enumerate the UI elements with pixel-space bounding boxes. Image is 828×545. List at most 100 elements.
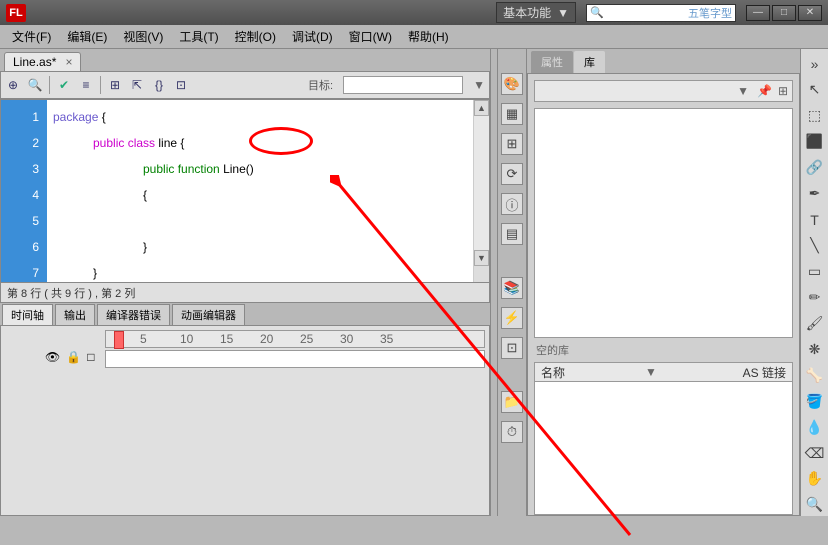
- sort-icon[interactable]: ▼: [645, 365, 657, 379]
- close-icon[interactable]: ×: [65, 55, 72, 69]
- timeline-ruler[interactable]: 5 10 15 20 25 30 35: [105, 330, 485, 348]
- chevron-down-icon: ▼: [557, 6, 569, 20]
- library-select[interactable]: ▼ 📌 ⊞: [534, 80, 793, 102]
- add-icon[interactable]: ⊕: [5, 77, 21, 93]
- library-columns: 名称 ▼ AS 链接: [534, 362, 793, 382]
- col-name[interactable]: 名称: [541, 364, 565, 381]
- status-bar: 第 8 行 ( 共 9 行 ) , 第 2 列: [0, 283, 490, 303]
- file-tab[interactable]: Line.as* ×: [4, 52, 81, 71]
- menu-debug[interactable]: 调试(D): [284, 25, 341, 48]
- mid-toolbar: 🎨 ▦ ⊞ ⟳ ⓘ ▤ 📚 ⚡ ⊡ 📁 ⏱: [498, 49, 527, 516]
- menu-help[interactable]: 帮助(H): [400, 25, 457, 48]
- eye-icon[interactable]: 👁: [45, 350, 60, 368]
- history-icon[interactable]: ⏱: [501, 421, 523, 443]
- brace-icon[interactable]: {}: [151, 77, 167, 93]
- lock-icon[interactable]: 🔒: [66, 350, 81, 368]
- layer-track[interactable]: [105, 350, 485, 368]
- format-icon[interactable]: ≡: [78, 77, 94, 93]
- chevron-down-icon[interactable]: ▼: [473, 78, 485, 92]
- code-content[interactable]: package { public class line { public fun…: [47, 100, 473, 282]
- class-name: line: [158, 136, 180, 150]
- separator: [49, 76, 50, 94]
- collapse-icon[interactable]: ⇱: [129, 77, 145, 93]
- find-icon[interactable]: 🔍: [27, 77, 43, 93]
- tab-timeline[interactable]: 时间轴: [2, 304, 53, 325]
- eraser-tool-icon[interactable]: ⌫: [804, 442, 826, 464]
- info-icon[interactable]: ⓘ: [501, 193, 523, 215]
- project-icon[interactable]: 📁: [501, 391, 523, 413]
- hand-tool-icon[interactable]: ✋: [804, 468, 826, 490]
- maximize-button[interactable]: □: [772, 5, 796, 21]
- target-label: 目标:: [308, 77, 333, 93]
- menu-control[interactable]: 控制(O): [227, 25, 284, 48]
- brush-tool-icon[interactable]: 🖌: [804, 312, 826, 334]
- comment-icon[interactable]: ⊡: [173, 77, 189, 93]
- col-as-link[interactable]: AS 链接: [743, 364, 786, 381]
- playhead[interactable]: [114, 331, 124, 349]
- paint-bucket-icon[interactable]: 🪣: [804, 390, 826, 412]
- code-editor[interactable]: 123 456 789 package { public class line …: [0, 99, 490, 283]
- keyword-class: public class: [93, 136, 158, 150]
- panel-tabs: 属性 库: [527, 51, 800, 73]
- zoom-tool-icon[interactable]: 🔍: [804, 494, 826, 516]
- menu-view[interactable]: 视图(V): [115, 25, 171, 48]
- keyword-package: package: [53, 110, 98, 124]
- outline-icon[interactable]: □: [87, 350, 94, 368]
- line-tool-icon[interactable]: ╲: [804, 235, 826, 257]
- transform-icon[interactable]: ⟳: [501, 163, 523, 185]
- separator: [100, 76, 101, 94]
- palette-icon[interactable]: 🎨: [501, 73, 523, 95]
- new-lib-icon[interactable]: ⊞: [778, 84, 788, 98]
- library-panel: ▼ 📌 ⊞ 空的库 名称 ▼ AS 链接: [527, 73, 800, 516]
- close-button[interactable]: ✕: [798, 5, 822, 21]
- workspace-dropdown[interactable]: 基本功能 ▼: [496, 2, 576, 23]
- selection-tool-icon[interactable]: ↖: [804, 79, 826, 101]
- scroll-up-icon[interactable]: ▲: [474, 100, 489, 116]
- grid-icon[interactable]: ▦: [501, 103, 523, 125]
- vertical-scrollbar[interactable]: ▲ ▼: [473, 100, 489, 282]
- tab-library[interactable]: 库: [574, 51, 605, 73]
- annotation-circle: [249, 127, 313, 155]
- components-icon[interactable]: ⊡: [501, 337, 523, 359]
- pin-icon[interactable]: 📌: [757, 84, 772, 98]
- minimize-button[interactable]: —: [746, 5, 770, 21]
- search-input[interactable]: 🔍 五笔字型: [586, 4, 736, 22]
- align-icon[interactable]: ⊞: [501, 133, 523, 155]
- lasso-tool-icon[interactable]: 🔗: [804, 157, 826, 179]
- library-icon[interactable]: 📚: [501, 277, 523, 299]
- search-icon: 🔍: [590, 6, 604, 19]
- scroll-down-icon[interactable]: ▼: [474, 250, 489, 266]
- timeline-layer[interactable]: 👁 🔒 □: [5, 350, 485, 368]
- column-divider[interactable]: [490, 49, 498, 516]
- pen-tool-icon[interactable]: ✒: [804, 183, 826, 205]
- swatches-icon[interactable]: ▤: [501, 223, 523, 245]
- menu-tools[interactable]: 工具(T): [171, 25, 226, 48]
- tab-properties[interactable]: 属性: [531, 51, 573, 73]
- menu-window[interactable]: 窗口(W): [341, 25, 400, 48]
- function-name: Line(): [223, 162, 254, 176]
- file-tabs: Line.as* ×: [0, 49, 490, 71]
- eyedropper-icon[interactable]: 💧: [804, 416, 826, 438]
- file-tab-name: Line.as*: [13, 55, 56, 69]
- bone-tool-icon[interactable]: 🦴: [804, 364, 826, 386]
- menubar: 文件(F) 编辑(E) 视图(V) 工具(T) 控制(O) 调试(D) 窗口(W…: [0, 25, 828, 49]
- menu-file[interactable]: 文件(F): [4, 25, 59, 48]
- titlebar: FL 基本功能 ▼ 🔍 五笔字型 — □ ✕: [0, 0, 828, 25]
- deco-tool-icon[interactable]: ❋: [804, 338, 826, 360]
- tab-motion-editor[interactable]: 动画编辑器: [172, 304, 245, 325]
- expand-icon[interactable]: »: [804, 53, 826, 75]
- actions-icon[interactable]: ⚡: [501, 307, 523, 329]
- free-transform-icon[interactable]: ⬛: [804, 131, 826, 153]
- check-icon[interactable]: ✔: [56, 77, 72, 93]
- text-tool-icon[interactable]: T: [804, 209, 826, 231]
- menu-edit[interactable]: 编辑(E): [59, 25, 115, 48]
- pencil-tool-icon[interactable]: ✏: [804, 286, 826, 308]
- hint-icon[interactable]: ⊞: [107, 77, 123, 93]
- rectangle-tool-icon[interactable]: ▭: [804, 261, 826, 283]
- library-list[interactable]: [534, 382, 793, 515]
- chevron-down-icon: ▼: [737, 84, 749, 98]
- tab-output[interactable]: 输出: [55, 304, 95, 325]
- tab-compiler-errors[interactable]: 编译器错误: [97, 304, 170, 325]
- target-field[interactable]: [343, 76, 463, 94]
- subselection-tool-icon[interactable]: ⬚: [804, 105, 826, 127]
